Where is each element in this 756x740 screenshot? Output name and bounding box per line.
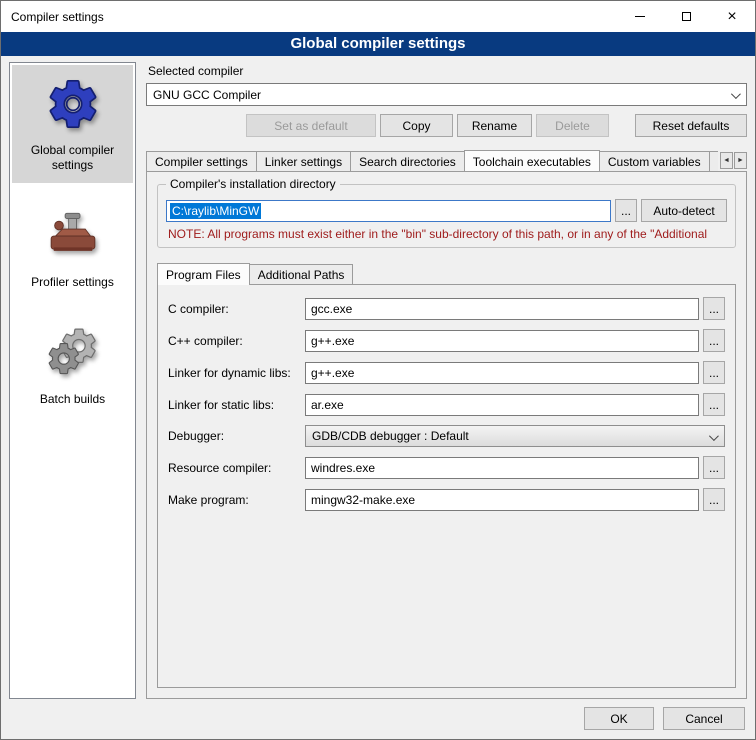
resource-compiler-input[interactable] bbox=[305, 457, 699, 479]
titlebar: Compiler settings × bbox=[1, 1, 755, 32]
dynamic-linker-label: Linker for dynamic libs: bbox=[168, 366, 305, 380]
maximize-button[interactable] bbox=[663, 1, 709, 32]
cpp-compiler-input[interactable] bbox=[305, 330, 699, 352]
cpp-compiler-label: C++ compiler: bbox=[168, 334, 305, 348]
installation-directory-browse-button[interactable]: ... bbox=[615, 199, 637, 222]
copy-button[interactable]: Copy bbox=[380, 114, 453, 137]
close-icon: × bbox=[727, 9, 736, 25]
close-button[interactable]: × bbox=[709, 1, 755, 32]
selected-compiler-value: GNU GCC Compiler bbox=[153, 88, 261, 102]
resource-compiler-label: Resource compiler: bbox=[168, 461, 305, 475]
static-linker-browse-button[interactable]: ... bbox=[703, 393, 725, 416]
sidebar-item-label: Batch builds bbox=[40, 392, 105, 407]
rename-button[interactable]: Rename bbox=[457, 114, 532, 137]
make-program-row: Make program: ... bbox=[168, 488, 725, 511]
sidebar-item-label: Global compiler settings bbox=[15, 143, 130, 173]
reset-defaults-button[interactable]: Reset defaults bbox=[635, 114, 747, 137]
installation-directory-selected-text: C:\raylib\MinGW bbox=[170, 203, 261, 219]
tab-search-directories[interactable]: Search directories bbox=[350, 151, 465, 171]
dialog-body: Global compiler settings Profiler settin… bbox=[1, 56, 755, 699]
tab-custom-variables[interactable]: Custom variables bbox=[599, 151, 710, 171]
sidebar-item-profiler-settings[interactable]: Profiler settings bbox=[12, 197, 133, 300]
dialog-header: Global compiler settings bbox=[1, 32, 755, 56]
make-program-browse-button[interactable]: ... bbox=[703, 488, 725, 511]
cpp-compiler-row: C++ compiler: ... bbox=[168, 329, 725, 352]
static-linker-input[interactable] bbox=[305, 394, 699, 416]
toolchain-executables-panel: Compiler's installation directory C:\ray… bbox=[146, 171, 747, 699]
installation-directory-row: C:\raylib\MinGW ... Auto-detect bbox=[166, 199, 727, 222]
settings-sidebar: Global compiler settings Profiler settin… bbox=[9, 62, 136, 699]
auto-detect-button[interactable]: Auto-detect bbox=[641, 199, 727, 222]
arrow-left-icon: ◄ bbox=[723, 157, 730, 164]
static-linker-label: Linker for static libs: bbox=[168, 398, 305, 412]
caption-buttons: × bbox=[617, 1, 755, 32]
tabs-clip: Compiler settings Linker settings Search… bbox=[146, 149, 718, 171]
minimize-button[interactable] bbox=[617, 1, 663, 32]
main-pane: Selected compiler GNU GCC Compiler Set a… bbox=[146, 62, 747, 699]
profiler-plane-icon bbox=[42, 205, 104, 267]
debugger-select[interactable]: GDB/CDB debugger : Default bbox=[305, 425, 725, 447]
set-as-default-button[interactable]: Set as default bbox=[246, 114, 376, 137]
c-compiler-label: C compiler: bbox=[168, 302, 305, 316]
gray-gears-icon bbox=[42, 322, 104, 384]
cancel-button[interactable]: Cancel bbox=[663, 707, 745, 730]
selected-compiler-combobox[interactable]: GNU GCC Compiler bbox=[146, 83, 747, 106]
installation-directory-input[interactable]: C:\raylib\MinGW bbox=[166, 200, 611, 222]
delete-button[interactable]: Delete bbox=[536, 114, 609, 137]
tab-scroll-left-button[interactable]: ◄ bbox=[720, 152, 733, 169]
tab-scroll-right-button[interactable]: ► bbox=[734, 152, 747, 169]
bin-subdirectory-note: NOTE: All programs must exist either in … bbox=[168, 227, 727, 241]
subtab-additional-paths[interactable]: Additional Paths bbox=[249, 264, 354, 284]
selected-compiler-label: Selected compiler bbox=[148, 64, 747, 78]
static-linker-row: Linker for static libs: ... bbox=[168, 393, 725, 416]
ok-button[interactable]: OK bbox=[584, 707, 654, 730]
program-files-panel: C compiler: ... C++ compiler: ... Linker… bbox=[157, 284, 736, 688]
resource-compiler-row: Resource compiler: ... bbox=[168, 456, 725, 479]
toolchain-subtabstrip: Program Files Additional Paths bbox=[157, 262, 736, 284]
minimize-icon bbox=[635, 16, 645, 17]
c-compiler-browse-button[interactable]: ... bbox=[703, 297, 725, 320]
dynamic-linker-row: Linker for dynamic libs: ... bbox=[168, 361, 725, 384]
cpp-compiler-browse-button[interactable]: ... bbox=[703, 329, 725, 352]
blue-gear-icon bbox=[42, 73, 104, 135]
compiler-settings-window: Compiler settings × Global compiler sett… bbox=[0, 0, 756, 740]
installation-directory-groupbox: Compiler's installation directory C:\ray… bbox=[157, 184, 736, 248]
installation-directory-legend: Compiler's installation directory bbox=[166, 177, 340, 191]
sidebar-item-global-compiler-settings[interactable]: Global compiler settings bbox=[12, 65, 133, 183]
compiler-actions-row: Set as default Copy Rename Delete Reset … bbox=[146, 114, 747, 137]
c-compiler-row: C compiler: ... bbox=[168, 297, 725, 320]
subtab-program-files[interactable]: Program Files bbox=[157, 263, 250, 285]
tab-compiler-settings[interactable]: Compiler settings bbox=[146, 151, 257, 171]
tab-build-options[interactable]: Build bbox=[709, 151, 718, 171]
debugger-value: GDB/CDB debugger : Default bbox=[312, 429, 469, 443]
make-program-input[interactable] bbox=[305, 489, 699, 511]
dialog-footer: OK Cancel bbox=[1, 699, 755, 739]
maximize-icon bbox=[682, 12, 691, 21]
c-compiler-input[interactable] bbox=[305, 298, 699, 320]
sidebar-item-label: Profiler settings bbox=[31, 275, 114, 290]
resource-compiler-browse-button[interactable]: ... bbox=[703, 456, 725, 479]
dynamic-linker-input[interactable] bbox=[305, 362, 699, 384]
window-title: Compiler settings bbox=[1, 10, 617, 24]
make-program-label: Make program: bbox=[168, 493, 305, 507]
tab-scrollers: ◄ ► bbox=[720, 152, 747, 169]
dynamic-linker-browse-button[interactable]: ... bbox=[703, 361, 725, 384]
chevron-down-icon bbox=[731, 89, 741, 99]
debugger-label: Debugger: bbox=[168, 429, 305, 443]
tab-toolchain-executables[interactable]: Toolchain executables bbox=[464, 150, 600, 171]
settings-tabstrip: Compiler settings Linker settings Search… bbox=[146, 149, 747, 171]
chevron-down-icon bbox=[709, 431, 719, 441]
debugger-row: Debugger: GDB/CDB debugger : Default bbox=[168, 425, 725, 447]
tab-linker-settings[interactable]: Linker settings bbox=[256, 151, 351, 171]
sidebar-item-batch-builds[interactable]: Batch builds bbox=[12, 314, 133, 417]
arrow-right-icon: ► bbox=[737, 157, 744, 164]
